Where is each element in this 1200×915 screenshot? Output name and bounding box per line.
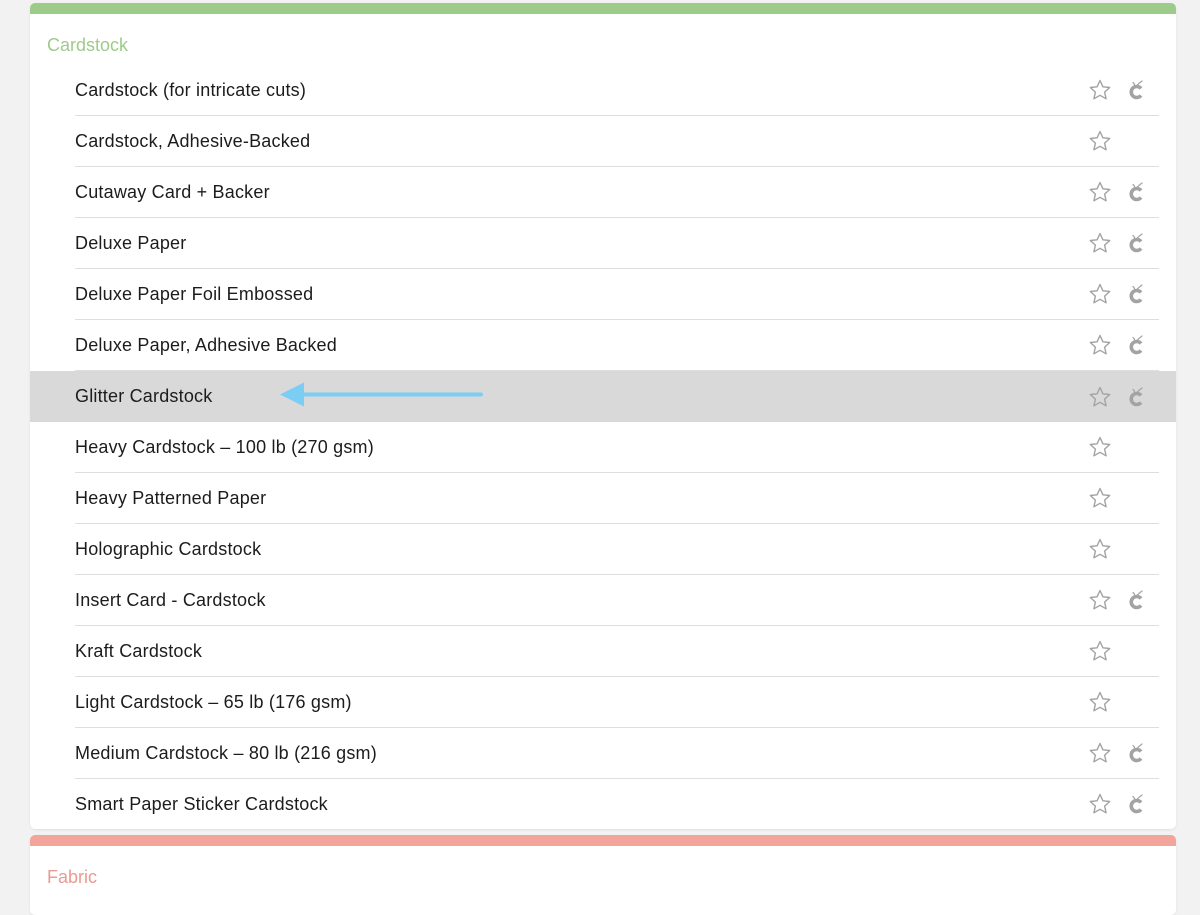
material-label: Holographic Cardstock [75, 538, 262, 559]
material-label: Heavy Cardstock – 100 lb (270 gsm) [75, 436, 374, 457]
favorite-star-icon[interactable] [1087, 332, 1113, 358]
material-label: Cutaway Card + Backer [75, 181, 270, 202]
material-row[interactable]: Deluxe Paper Foil Embossed [75, 269, 1159, 320]
row-actions [1087, 320, 1149, 370]
material-row[interactable]: Deluxe Paper [75, 218, 1159, 269]
material-row[interactable]: Deluxe Paper, Adhesive Backed [75, 320, 1159, 371]
cricut-material-icon [1123, 740, 1149, 766]
material-label: Light Cardstock – 65 lb (176 gsm) [75, 691, 352, 712]
row-actions [1087, 218, 1149, 268]
material-row[interactable]: Smart Paper Sticker Cardstock [75, 779, 1159, 829]
cricut-material-icon [1123, 77, 1149, 103]
row-actions [1087, 473, 1149, 523]
row-actions [1087, 269, 1149, 319]
cricut-material-icon [1123, 587, 1149, 613]
section-title: Fabric [47, 867, 98, 887]
cricut-material-icon [1123, 791, 1149, 817]
annotation-arrow-icon [280, 381, 485, 412]
row-actions [1087, 65, 1149, 115]
row-actions [1087, 371, 1149, 422]
material-label: Deluxe Paper, Adhesive Backed [75, 334, 337, 355]
section-cardstock: Cardstock Cardstock (for intricate cuts)… [30, 3, 1176, 829]
favorite-star-icon[interactable] [1087, 128, 1113, 154]
cricut-material-icon [1123, 179, 1149, 205]
material-list: Cardstock (for intricate cuts) Cardstock,… [30, 65, 1176, 829]
section-title: Cardstock [47, 35, 129, 55]
favorite-star-icon[interactable] [1087, 689, 1113, 715]
favorite-star-icon[interactable] [1087, 485, 1113, 511]
material-row[interactable]: Cardstock, Adhesive-Backed [75, 116, 1159, 167]
favorite-star-icon[interactable] [1087, 384, 1113, 410]
section-accent-bar [30, 3, 1176, 14]
row-actions [1087, 575, 1149, 625]
row-actions [1087, 167, 1149, 217]
material-row[interactable]: Kraft Cardstock [75, 626, 1159, 677]
favorite-star-icon[interactable] [1087, 740, 1113, 766]
section-fabric: Fabric [30, 835, 1176, 915]
material-label: Glitter Cardstock [75, 386, 213, 406]
material-row[interactable]: Heavy Cardstock – 100 lb (270 gsm) [75, 422, 1159, 473]
material-label: Kraft Cardstock [75, 640, 203, 661]
row-actions [1087, 779, 1149, 829]
material-label: Medium Cardstock – 80 lb (216 gsm) [75, 742, 377, 763]
material-row[interactable]: Insert Card - Cardstock [75, 575, 1159, 626]
row-actions [1087, 728, 1149, 778]
material-row[interactable]: Medium Cardstock – 80 lb (216 gsm) [75, 728, 1159, 779]
cricut-material-icon [1123, 384, 1149, 410]
favorite-star-icon[interactable] [1087, 434, 1113, 460]
section-accent-bar [30, 835, 1176, 846]
row-actions [1087, 626, 1149, 676]
row-actions [1087, 524, 1149, 574]
material-label: Deluxe Paper Foil Embossed [75, 283, 314, 304]
row-actions [1087, 677, 1149, 727]
material-label: Cardstock, Adhesive-Backed [75, 130, 311, 151]
material-row[interactable]: Heavy Patterned Paper [75, 473, 1159, 524]
row-actions [1087, 116, 1149, 166]
favorite-star-icon[interactable] [1087, 77, 1113, 103]
favorite-star-icon[interactable] [1087, 281, 1113, 307]
favorite-star-icon[interactable] [1087, 536, 1113, 562]
material-label: Deluxe Paper [75, 232, 187, 253]
material-label: Insert Card - Cardstock [75, 589, 266, 610]
favorite-star-icon[interactable] [1087, 179, 1113, 205]
material-row[interactable]: Light Cardstock – 65 lb (176 gsm) [75, 677, 1159, 728]
material-row[interactable]: Holographic Cardstock [75, 524, 1159, 575]
material-label: Heavy Patterned Paper [75, 487, 267, 508]
favorite-star-icon[interactable] [1087, 230, 1113, 256]
cricut-material-icon [1123, 281, 1149, 307]
material-row[interactable]: Cutaway Card + Backer [75, 167, 1159, 218]
cricut-material-icon [1123, 230, 1149, 256]
favorite-star-icon[interactable] [1087, 587, 1113, 613]
cricut-material-icon [1123, 332, 1149, 358]
favorite-star-icon[interactable] [1087, 638, 1113, 664]
favorite-star-icon[interactable] [1087, 791, 1113, 817]
material-row[interactable]: Glitter Cardstock [30, 371, 1176, 422]
row-actions [1087, 422, 1149, 472]
material-row[interactable]: Cardstock (for intricate cuts) [75, 65, 1159, 116]
material-label: Smart Paper Sticker Cardstock [75, 793, 328, 814]
material-label: Cardstock (for intricate cuts) [75, 79, 307, 100]
